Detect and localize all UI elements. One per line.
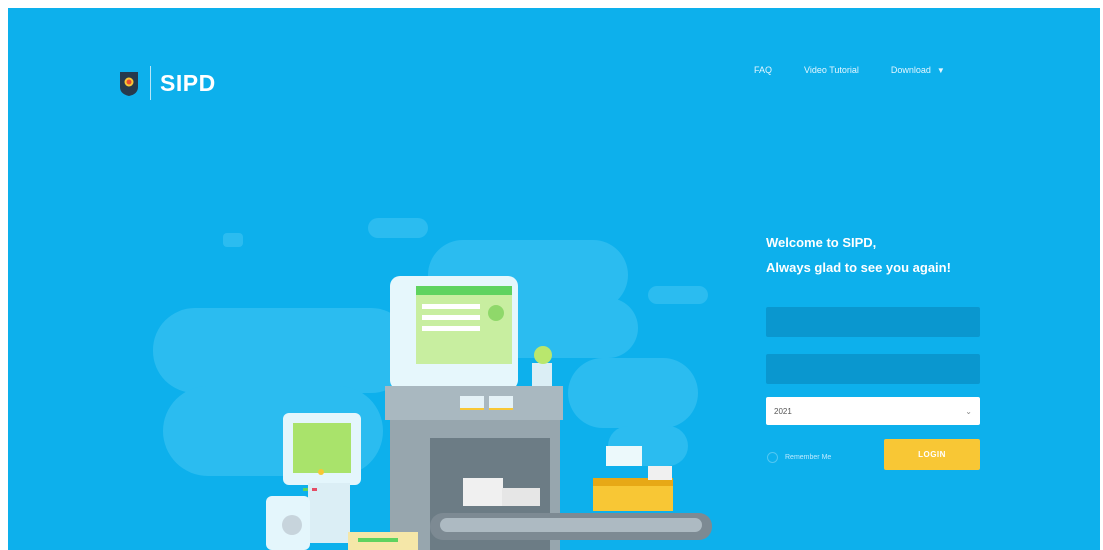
remember-me-box[interactable] (767, 452, 778, 463)
year-select[interactable]: 2021 ⌄ (766, 397, 980, 425)
login-button[interactable]: LOGIN (884, 439, 980, 470)
login-page: SIPD FAQ Video Tutorial Download ▼ Welco… (8, 8, 1100, 550)
nav-video-tutorial[interactable]: Video Tutorial (804, 65, 859, 75)
caret-down-icon: ▼ (936, 65, 945, 75)
welcome-line-2: Always glad to see you again! (766, 260, 951, 275)
chevron-down-icon: ⌄ (965, 406, 972, 416)
remember-me-checkbox[interactable]: Remember Me (767, 452, 831, 463)
nav-faq[interactable]: FAQ (754, 65, 772, 75)
logo-divider (150, 66, 151, 100)
password-input[interactable] (766, 354, 980, 384)
welcome-text: Welcome to SIPD, Always glad to see you … (766, 230, 951, 280)
nav-download-dropdown[interactable]: Download ▼ (891, 65, 945, 75)
brand-name: SIPD (160, 69, 216, 96)
top-nav: FAQ Video Tutorial Download ▼ (754, 65, 945, 75)
username-input[interactable] (766, 307, 980, 337)
welcome-line-1: Welcome to SIPD, (766, 235, 877, 250)
nav-download-label: Download (890, 65, 931, 75)
remember-me-label: Remember Me (785, 454, 832, 461)
money-stack (348, 532, 418, 550)
year-select-value: 2021 (774, 406, 792, 416)
conveyor-belt (430, 513, 712, 540)
emblem-logo-icon (120, 72, 138, 96)
sipd-logo[interactable]: SIPD (118, 66, 216, 100)
